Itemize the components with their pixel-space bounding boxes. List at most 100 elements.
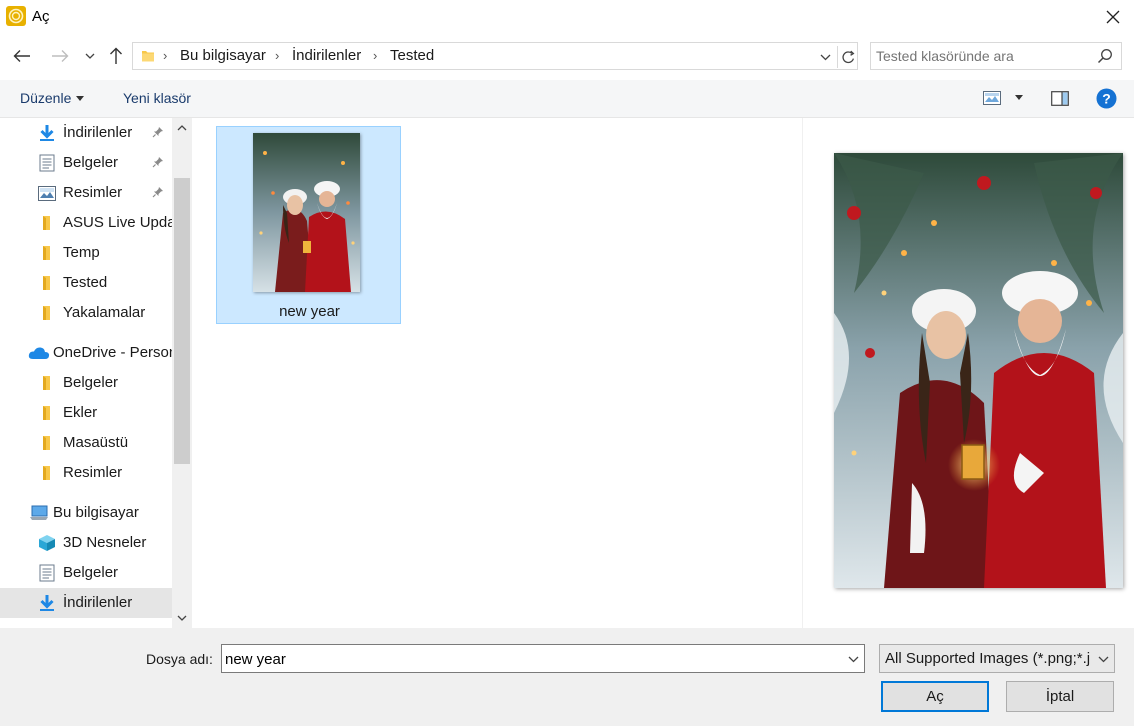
refresh-button[interactable] [837,46,859,68]
image-preview [834,153,1123,588]
sidebar-item[interactable]: Masaüstü [0,428,172,458]
sidebar-item[interactable]: Temp [0,238,172,268]
view-options-icon[interactable] [982,88,1002,108]
download-arrow-icon [38,124,56,142]
filename-field[interactable] [221,644,865,673]
chevron-down-icon [848,656,858,662]
navigation-scrollbar[interactable] [172,118,192,628]
folder-icon [38,374,56,392]
file-list-area[interactable]: new year [192,118,802,628]
folder-icon [38,464,56,482]
search-input[interactable] [876,46,1086,66]
sidebar-item[interactable]: Yakalamalar [0,298,172,328]
sidebar-item-label: Resimler [63,184,123,201]
caret-down-icon [1015,94,1023,100]
sidebar-item-label: İndirilenler [63,594,133,611]
sidebar-item[interactable]: Resimler [0,178,172,208]
breadcrumb-downloads[interactable]: İndirilenler [292,47,361,64]
sidebar-item[interactable]: OneDrive - Person [0,338,177,368]
filename-input[interactable] [225,649,825,669]
breadcrumb-separator: › [163,48,168,63]
sidebar-item[interactable]: Resimler [0,458,172,488]
arrow-up-icon [110,47,122,64]
refresh-icon [842,50,855,63]
folder-icon [38,304,56,322]
filename-dropdown-button[interactable] [844,649,862,669]
scrollbar-thumb[interactable] [174,178,190,464]
sidebar-item-label: OneDrive - Person [53,344,178,361]
sidebar-item-label: Yakalamalar [63,304,146,321]
sidebar-item[interactable]: Belgeler [0,148,172,178]
scroll-down-button[interactable] [172,608,192,628]
sidebar-item[interactable]: ASUS Live Updat [0,208,180,238]
arrow-right-icon [52,50,69,62]
sidebar-item-label: Tested [63,274,108,291]
preview-pane [802,118,1134,628]
breadcrumb-this-pc[interactable]: Bu bilgisayar [180,47,266,64]
sidebar-item-label: Ekler [63,404,98,421]
open-button[interactable]: Aç [881,681,989,712]
up-button[interactable] [104,44,128,68]
bottom-bar: Dosya adı: All Supported Images (*.png;*… [0,628,1134,726]
folder-icon [38,404,56,422]
preview-pane-icon[interactable] [1050,88,1070,108]
sidebar-item-label: Temp [63,244,100,261]
address-history-dropdown[interactable] [815,47,835,67]
svg-text:?: ? [1102,90,1111,106]
window-title: Aç [32,8,50,25]
file-item[interactable]: new year [216,126,401,324]
help-icon[interactable]: ? [1095,87,1117,109]
pin-icon [152,155,164,171]
scroll-up-button[interactable] [172,118,192,138]
folder-icon [38,244,56,262]
onedrive-cloud-icon [28,344,50,362]
file-name-label: new year [279,303,340,320]
organize-label: Düzenle [20,90,72,106]
folder-icon [38,274,56,292]
folder-icon [141,49,155,66]
image-thumbnail [253,133,360,292]
search-icon[interactable] [1097,48,1113,67]
folder-icon [38,434,56,452]
sidebar-item[interactable]: Belgeler [0,368,172,398]
organize-menu-button[interactable]: Düzenle [20,90,85,106]
sidebar-item-label: Belgeler [63,154,119,171]
view-options-dropdown[interactable] [1012,88,1026,108]
breadcrumb-separator: › [275,48,280,63]
sidebar-item-label: Bu bilgisayar [53,504,139,521]
sidebar-item[interactable]: 3D Nesneler [0,528,172,558]
search-box[interactable] [870,42,1122,70]
sidebar-item-label: Resimler [63,464,123,481]
pin-icon [152,125,164,141]
sidebar-item-label: Belgeler [63,564,119,581]
command-toolbar: Düzenle Yeni klasör ? [0,80,1134,118]
folder-icon [38,214,56,232]
sidebar-item[interactable]: Ekler [0,398,172,428]
close-icon [1106,10,1120,24]
file-type-filter-select[interactable]: All Supported Images (*.png;*.jpg [879,644,1115,673]
navigation-pane[interactable]: İndirilenler Belgeler Resimler ASUS Live Up… [0,118,192,628]
cancel-button[interactable]: İptal [1006,681,1114,712]
sidebar-item[interactable]: İndirilenler [0,588,172,618]
sidebar-item[interactable]: İndirilenler [0,118,172,148]
address-row: › Bu bilgisayar › İndirilenler › Tested [0,34,1134,78]
document-icon [38,564,56,582]
download-arrow-icon [38,594,56,612]
back-button[interactable] [10,44,34,68]
sidebar-item-label: 3D Nesneler [63,534,147,551]
sidebar-item[interactable]: Bu bilgisayar [0,498,172,528]
sidebar-item[interactable]: Belgeler [0,558,172,588]
recent-locations-button[interactable] [79,44,101,68]
sidebar-item-label: İndirilenler [63,124,133,141]
close-button[interactable] [1092,0,1134,34]
chevron-down-icon [177,615,187,621]
breadcrumb-tested[interactable]: Tested [390,47,434,64]
new-folder-button[interactable]: Yeni klasör [123,90,191,106]
forward-button[interactable] [48,44,72,68]
document-icon [38,154,56,172]
app-logo-icon [6,6,26,26]
address-bar[interactable]: › Bu bilgisayar › İndirilenler › Tested [132,42,858,70]
sidebar-item[interactable]: Tested [0,268,172,298]
breadcrumb-separator: › [373,48,378,63]
file-type-filter-value: All Supported Images (*.png;*.jpg [885,650,1091,667]
